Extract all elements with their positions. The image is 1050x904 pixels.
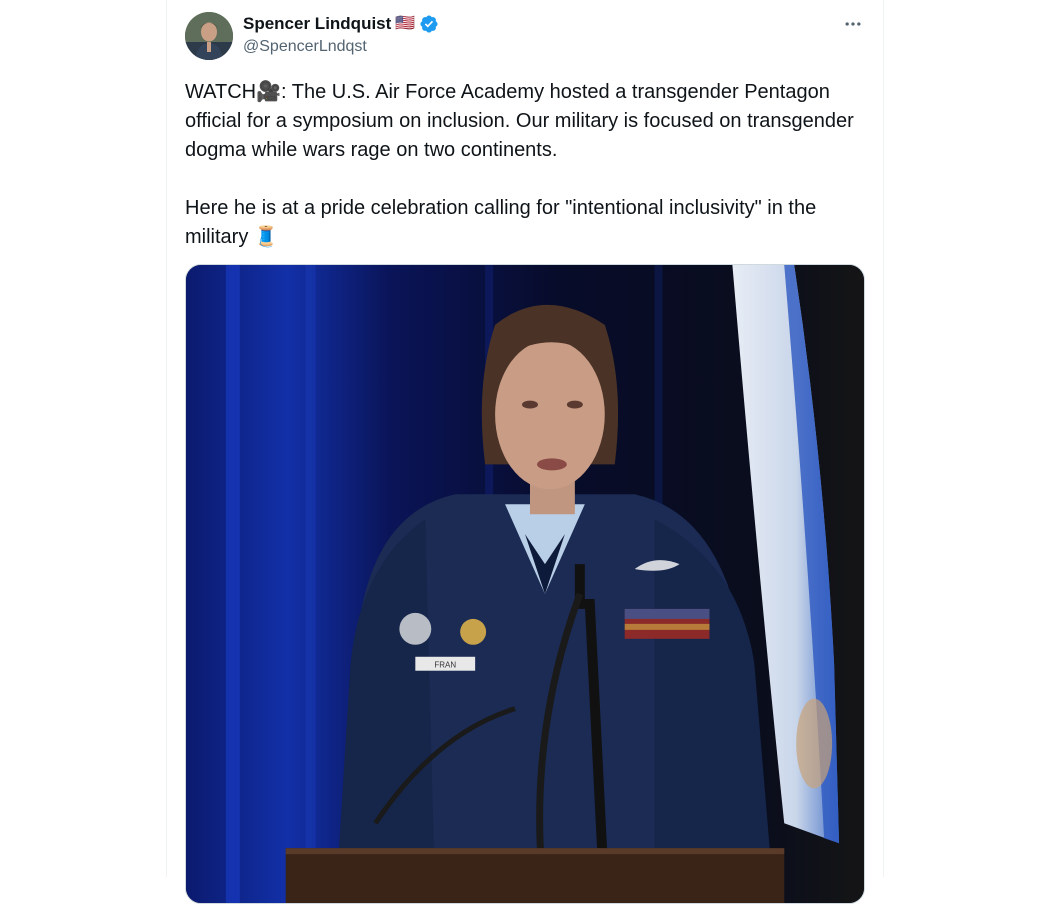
tweet-paragraph-1: WATCH🎥: The U.S. Air Force Academy hoste…: [185, 81, 854, 161]
author-handle[interactable]: @SpencerLndqst: [243, 38, 367, 56]
more-horizontal-icon: [845, 22, 861, 26]
tweet-paragraph-2: Here he is at a pride celebration callin…: [185, 197, 817, 248]
author-name-row: Spencer Lindquist 🇺🇸: [243, 13, 439, 35]
verified-badge-icon[interactable]: [419, 14, 439, 34]
video-frame: FRAN: [186, 265, 864, 903]
user-avatar-icon: [185, 12, 233, 60]
more-options-button[interactable]: [836, 10, 870, 38]
tweet-video[interactable]: FRAN: [185, 264, 865, 904]
author-display-name[interactable]: Spencer Lindquist: [243, 14, 391, 34]
us-flag-emoji: 🇺🇸: [395, 15, 416, 32]
author-avatar[interactable]: [185, 12, 233, 60]
uniform-name-tag: FRAN: [434, 661, 456, 670]
tweet-text: WATCH🎥: The U.S. Air Force Academy hoste…: [185, 78, 865, 252]
